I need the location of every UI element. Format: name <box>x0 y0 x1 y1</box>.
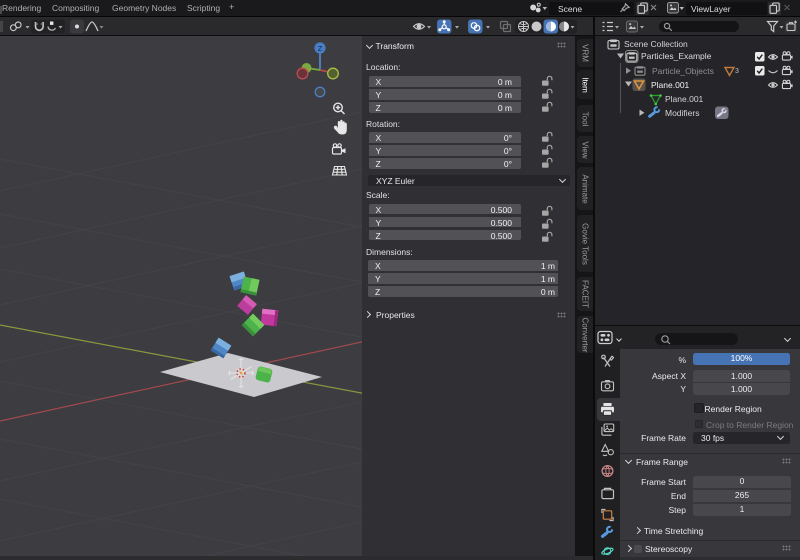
svg-text:Z: Z <box>318 44 323 53</box>
